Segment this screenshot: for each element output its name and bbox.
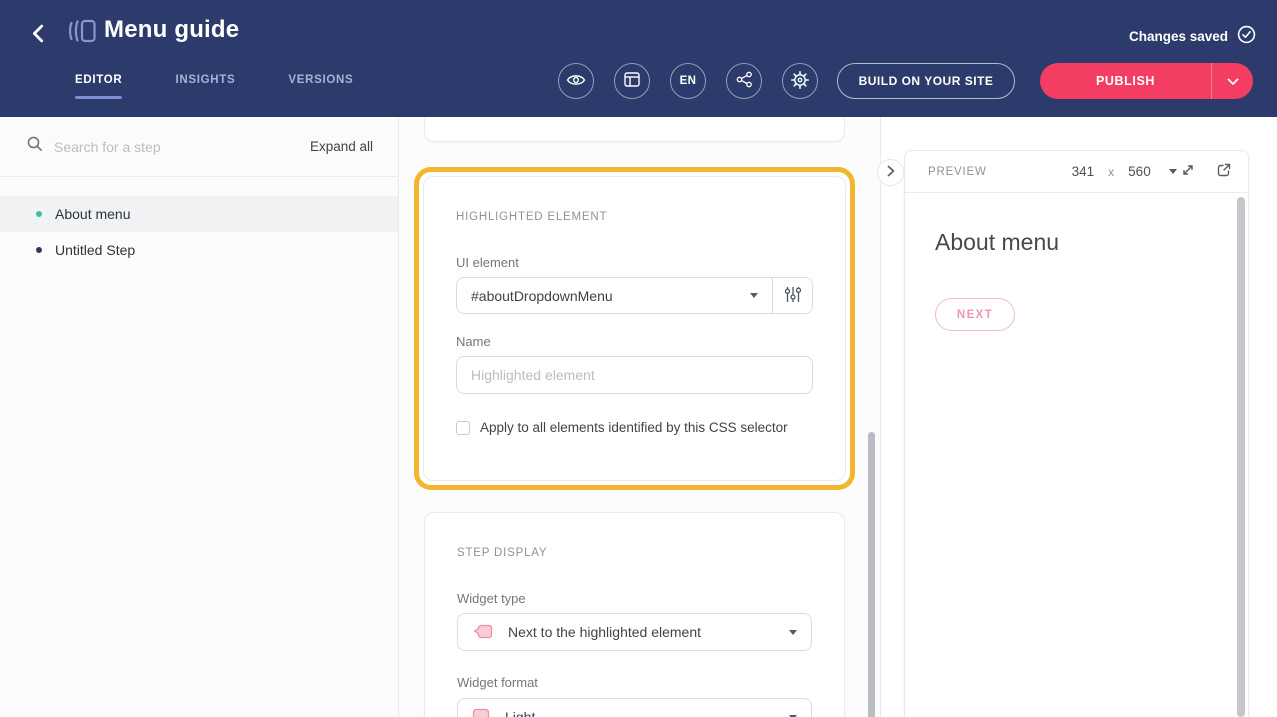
section-title: HIGHLIGHTED ELEMENT bbox=[456, 211, 813, 223]
tab-editor[interactable]: EDITOR bbox=[75, 74, 122, 86]
apply-all-checkbox-row[interactable]: Apply to all elements identified by this… bbox=[456, 420, 813, 435]
page-title: Menu guide bbox=[104, 16, 239, 44]
apply-all-checkbox[interactable] bbox=[456, 421, 470, 435]
chevron-down-icon bbox=[750, 293, 758, 298]
collapse-preview-button[interactable] bbox=[877, 159, 904, 186]
check-circle-icon bbox=[1237, 25, 1256, 47]
preview-size-separator: x bbox=[1108, 165, 1114, 179]
preview-eye-button[interactable] bbox=[558, 63, 594, 99]
preview-panel: PREVIEW 341 x 560 bbox=[881, 117, 1277, 717]
element-picker-button[interactable] bbox=[772, 278, 812, 313]
highlighted-element-card: HIGHLIGHTED ELEMENT UI element #aboutDro… bbox=[423, 176, 846, 481]
chevron-down-icon bbox=[1227, 74, 1239, 89]
widget-type-label: Widget type bbox=[457, 591, 812, 606]
ui-element-value: #aboutDropdownMenu bbox=[471, 288, 613, 304]
chevron-down-icon bbox=[789, 630, 797, 635]
widget-format-icon bbox=[472, 708, 490, 717]
app-header: Menu guide Changes saved EDITOR INSIGHTS… bbox=[0, 0, 1277, 117]
search-icon bbox=[27, 136, 43, 157]
settings-button[interactable] bbox=[782, 63, 818, 99]
step-label: About menu bbox=[55, 206, 131, 222]
preview-content: About menu NEXT bbox=[905, 193, 1248, 367]
ui-element-control: #aboutDropdownMenu bbox=[456, 277, 813, 314]
expand-preview-button[interactable] bbox=[1180, 162, 1196, 181]
preview-card: PREVIEW 341 x 560 bbox=[904, 150, 1249, 717]
widget-type-select-main[interactable]: Next to the highlighted element bbox=[458, 614, 811, 650]
steps-sidebar: Expand all About menu Untitled Step bbox=[0, 117, 399, 717]
step-display-card: STEP DISPLAY Widget type Next to the hig… bbox=[424, 512, 845, 717]
widget-type-select[interactable]: Next to the highlighted element bbox=[457, 613, 812, 651]
editor-scrollbar-thumb[interactable] bbox=[868, 432, 875, 717]
step-status-dot bbox=[36, 211, 42, 217]
expand-all-link[interactable]: Expand all bbox=[310, 139, 373, 154]
step-item-about-menu[interactable]: About menu bbox=[0, 196, 398, 232]
preview-label: PREVIEW bbox=[928, 166, 987, 178]
header-actions: EN bbox=[558, 63, 1253, 99]
section-title: STEP DISPLAY bbox=[457, 547, 812, 559]
open-in-new-tab-button[interactable] bbox=[1216, 162, 1232, 181]
ui-element-select[interactable]: #aboutDropdownMenu bbox=[457, 278, 772, 313]
apply-all-label: Apply to all elements identified by this… bbox=[480, 420, 788, 435]
ui-element-label: UI element bbox=[456, 255, 813, 270]
highlighted-element-name-input[interactable] bbox=[456, 356, 813, 394]
publish-button-group: PUBLISH bbox=[1040, 63, 1253, 99]
gear-icon bbox=[791, 71, 809, 92]
preview-header-actions bbox=[1180, 162, 1232, 181]
build-on-your-site-button[interactable]: BUILD ON YOUR SITE bbox=[837, 63, 1015, 99]
publish-dropdown-button[interactable] bbox=[1211, 63, 1253, 99]
preview-width-value: 341 bbox=[1072, 164, 1095, 179]
preview-height-value: 560 bbox=[1128, 164, 1151, 179]
app-window: Menu guide Changes saved EDITOR INSIGHTS… bbox=[0, 0, 1277, 717]
preview-step-heading: About menu bbox=[935, 229, 1218, 256]
preview-size-dropdown[interactable]: 341 x 560 bbox=[1072, 164, 1177, 179]
chevron-right-icon bbox=[887, 165, 895, 180]
external-link-icon bbox=[1216, 162, 1232, 181]
tab-insights[interactable]: INSIGHTS bbox=[175, 74, 235, 86]
changes-saved-status: Changes saved bbox=[1129, 25, 1256, 47]
publish-button[interactable]: PUBLISH bbox=[1040, 63, 1211, 99]
preview-scrollbar-thumb[interactable] bbox=[1237, 197, 1245, 717]
app-body: Expand all About menu Untitled Step HIGH… bbox=[0, 117, 1277, 717]
chevron-left-icon bbox=[30, 31, 45, 46]
eye-icon bbox=[566, 73, 586, 90]
share-button[interactable] bbox=[726, 63, 762, 99]
previous-settings-card-partial bbox=[424, 117, 845, 142]
widget-format-value: Light bbox=[505, 709, 535, 717]
preview-next-button[interactable]: NEXT bbox=[935, 298, 1015, 331]
search-step-input[interactable] bbox=[54, 139, 234, 155]
layout-icon bbox=[624, 72, 640, 90]
step-editor-panel: HIGHLIGHTED ELEMENT UI element #aboutDro… bbox=[399, 117, 881, 717]
step-search-bar: Expand all bbox=[0, 117, 398, 177]
widget-format-select[interactable]: Light bbox=[457, 698, 812, 717]
name-label: Name bbox=[456, 334, 813, 349]
highlighted-section-outline: HIGHLIGHTED ELEMENT UI element #aboutDro… bbox=[414, 167, 855, 490]
tab-versions[interactable]: VERSIONS bbox=[288, 74, 353, 86]
share-icon bbox=[736, 71, 753, 91]
preview-header: PREVIEW 341 x 560 bbox=[905, 151, 1248, 193]
language-button[interactable]: EN bbox=[670, 63, 706, 99]
sliders-icon bbox=[784, 286, 802, 306]
step-status-dot bbox=[36, 247, 42, 253]
step-item-untitled-step[interactable]: Untitled Step bbox=[0, 232, 398, 268]
changes-saved-label: Changes saved bbox=[1129, 29, 1228, 44]
widget-type-value: Next to the highlighted element bbox=[508, 624, 701, 640]
layout-button[interactable] bbox=[614, 63, 650, 99]
tooltip-widget-icon bbox=[472, 623, 493, 641]
chevron-down-icon bbox=[1169, 169, 1177, 174]
back-button[interactable] bbox=[28, 22, 47, 48]
widget-format-select-main[interactable]: Light bbox=[458, 699, 811, 717]
diagonal-arrows-icon bbox=[1180, 162, 1196, 181]
guide-logo-icon bbox=[67, 16, 98, 51]
steps-list: About menu Untitled Step bbox=[0, 196, 398, 268]
widget-format-label: Widget format bbox=[457, 675, 812, 690]
header-tabs: EDITOR INSIGHTS VERSIONS bbox=[75, 74, 353, 86]
step-label: Untitled Step bbox=[55, 242, 135, 258]
